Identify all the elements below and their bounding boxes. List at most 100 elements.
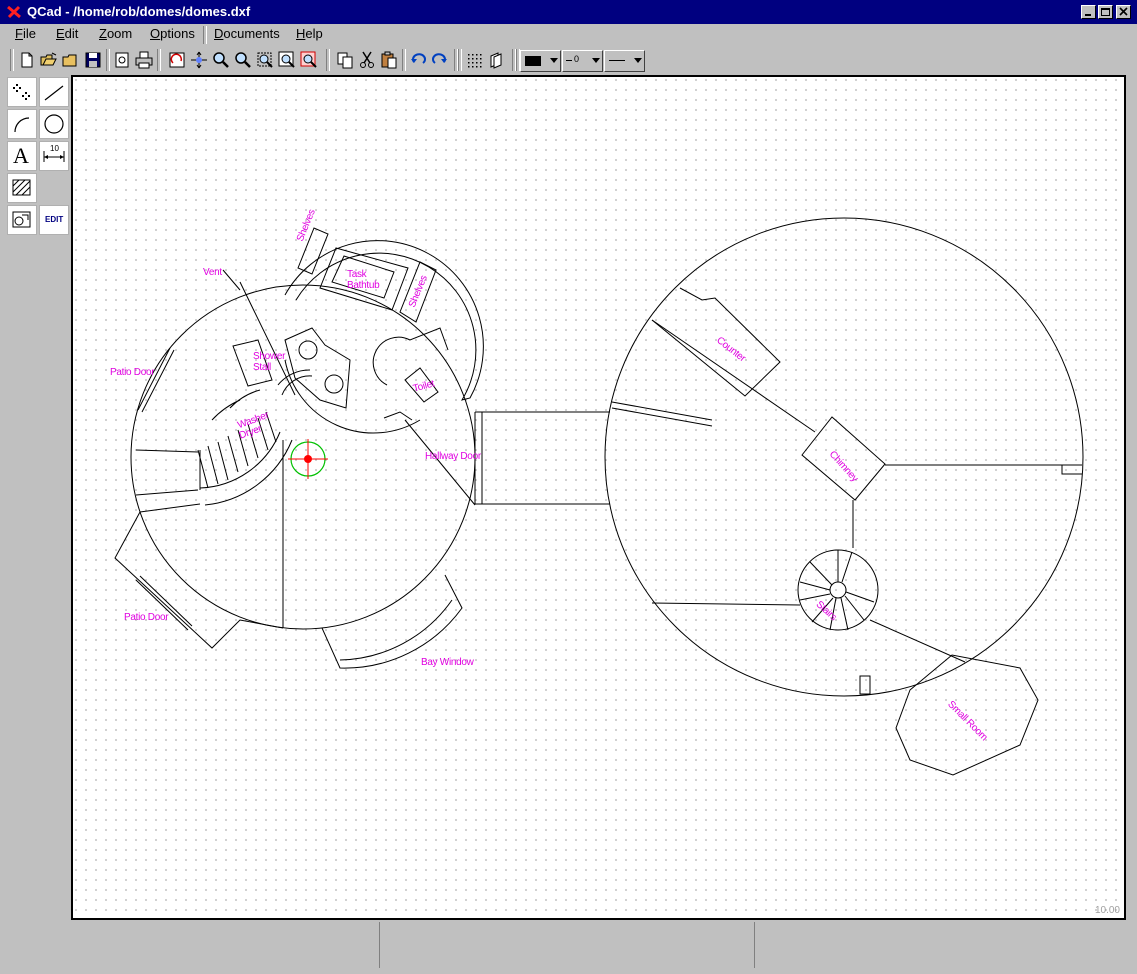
spiral-stair-treads[interactable] <box>799 550 875 631</box>
menu-help[interactable]: Help <box>296 26 323 41</box>
cursor-crosshair <box>288 439 328 479</box>
chevron-down-icon <box>550 58 558 63</box>
zoom-pan-icon[interactable] <box>299 49 319 71</box>
right-wall-line[interactable] <box>885 464 1082 475</box>
minimize-button[interactable] <box>1081 5 1096 19</box>
zoom-previous-icon[interactable] <box>277 49 297 71</box>
undo-icon[interactable] <box>408 49 428 71</box>
bay-window-inner[interactable] <box>339 599 453 661</box>
chevron-down-icon <box>634 58 642 63</box>
drawing-canvas[interactable]: Vent Shelves Task Bathtub Shelves Patio … <box>71 75 1126 920</box>
label-stall: Stall <box>253 362 271 373</box>
open-folder-icon[interactable] <box>61 49 81 71</box>
toolbar-separator <box>326 49 330 71</box>
toilet-room-wall[interactable] <box>372 327 449 386</box>
title-bar[interactable]: QCad - /home/rob/domes/domes.dxf <box>0 0 1137 24</box>
color-select[interactable] <box>520 50 561 72</box>
redraw-icon[interactable] <box>167 49 187 71</box>
grid-icon[interactable] <box>464 49 484 71</box>
line-style-select[interactable] <box>604 50 645 72</box>
print-preview-icon[interactable] <box>112 49 132 71</box>
print-icon[interactable] <box>134 49 154 71</box>
maximize-icon <box>1101 8 1110 16</box>
zoom-window-icon[interactable] <box>255 49 275 71</box>
label-shower: Shower <box>253 351 286 362</box>
status-panel-3 <box>756 922 1132 968</box>
open-file-icon[interactable] <box>39 49 59 71</box>
hallway-door-line[interactable] <box>404 419 476 506</box>
right-dome-wall[interactable] <box>604 217 1084 697</box>
left-dome-wall[interactable] <box>130 284 476 630</box>
chevron-down-icon <box>592 58 600 63</box>
text-tool-icon[interactable]: A <box>7 141 37 171</box>
vanity[interactable] <box>284 327 351 409</box>
line-width-sample <box>566 60 572 61</box>
toolbar-separator <box>402 49 406 71</box>
vent-line[interactable] <box>222 269 296 396</box>
hatch-tool-icon[interactable] <box>7 173 37 203</box>
arc-tool-icon[interactable] <box>7 109 37 139</box>
circle-tool-icon[interactable] <box>39 109 69 139</box>
line-width-select[interactable]: 0 <box>562 50 603 72</box>
patio-bumpout[interactable] <box>114 511 284 649</box>
dimension-tool-icon[interactable]: 10 <box>39 141 69 171</box>
tool-palette: A 10 EDIT <box>0 75 72 920</box>
door-jamb[interactable] <box>859 675 871 695</box>
label-patio-door-bottom: Patio Door <box>124 612 169 623</box>
edit-tool-label: EDIT <box>45 215 64 224</box>
lower-partition[interactable] <box>651 602 801 606</box>
edit-tool-button[interactable]: EDIT <box>39 205 69 235</box>
point-tool-icon[interactable] <box>7 77 37 107</box>
line-tool-icon[interactable] <box>39 77 69 107</box>
zoom-out-icon[interactable] <box>233 49 253 71</box>
menu-edit[interactable]: Edit <box>56 26 78 41</box>
sink-2[interactable] <box>324 374 344 394</box>
image-tool-icon[interactable] <box>7 205 37 235</box>
minimize-icon <box>1085 14 1091 16</box>
zoom-auto-icon[interactable] <box>189 49 209 71</box>
zoom-in-icon[interactable] <box>211 49 231 71</box>
status-panel-2 <box>381 922 755 968</box>
stair-arc-outer-2[interactable] <box>204 439 293 506</box>
toilet-door[interactable] <box>383 411 413 421</box>
door-swing[interactable] <box>277 369 313 396</box>
menu-zoom[interactable]: Zoom <box>99 26 132 41</box>
qcad-app-icon <box>6 4 22 20</box>
status-bar <box>0 920 1137 974</box>
spiral-stairs-center[interactable] <box>829 581 847 599</box>
stair-landing[interactable] <box>135 449 201 513</box>
patio-door-top[interactable] <box>137 347 175 413</box>
hallway[interactable] <box>474 411 610 505</box>
toolbar-separator <box>157 49 161 71</box>
bathroom-wall[interactable] <box>284 240 484 401</box>
floor-plan-drawing[interactable] <box>73 77 1124 918</box>
menu-bar: File Edit Zoom Options Documents Help <box>0 24 1137 45</box>
maximize-button[interactable] <box>1098 5 1113 19</box>
save-icon[interactable] <box>83 49 103 71</box>
paste-icon[interactable] <box>379 49 399 71</box>
color-swatch <box>525 56 541 66</box>
menu-separator <box>203 26 207 44</box>
zoom-scale-readout: 10.00 <box>1094 905 1120 916</box>
copy-icon[interactable] <box>335 49 355 71</box>
line-style-sample <box>609 60 625 61</box>
label-task: Task <box>347 269 367 280</box>
sink-1[interactable] <box>298 340 318 360</box>
status-panel-1 <box>4 922 380 968</box>
label-bathtub: Bathtub <box>347 280 380 291</box>
layers-icon[interactable] <box>486 49 506 71</box>
menu-file[interactable]: File <box>15 26 36 41</box>
cut-icon[interactable] <box>357 49 377 71</box>
counter-line[interactable] <box>651 319 816 433</box>
toolbar-separator <box>106 49 110 71</box>
close-icon <box>1119 7 1128 16</box>
menu-documents[interactable]: Documents <box>214 26 280 41</box>
redo-icon[interactable] <box>430 49 450 71</box>
close-button[interactable] <box>1116 5 1131 19</box>
new-file-icon[interactable] <box>17 49 37 71</box>
right-dome-window[interactable] <box>611 401 713 427</box>
bathroom-inner-wall[interactable] <box>284 359 421 434</box>
toolbar-grip <box>458 49 462 71</box>
bay-window-outer[interactable] <box>321 574 463 669</box>
menu-options[interactable]: Options <box>150 26 195 41</box>
